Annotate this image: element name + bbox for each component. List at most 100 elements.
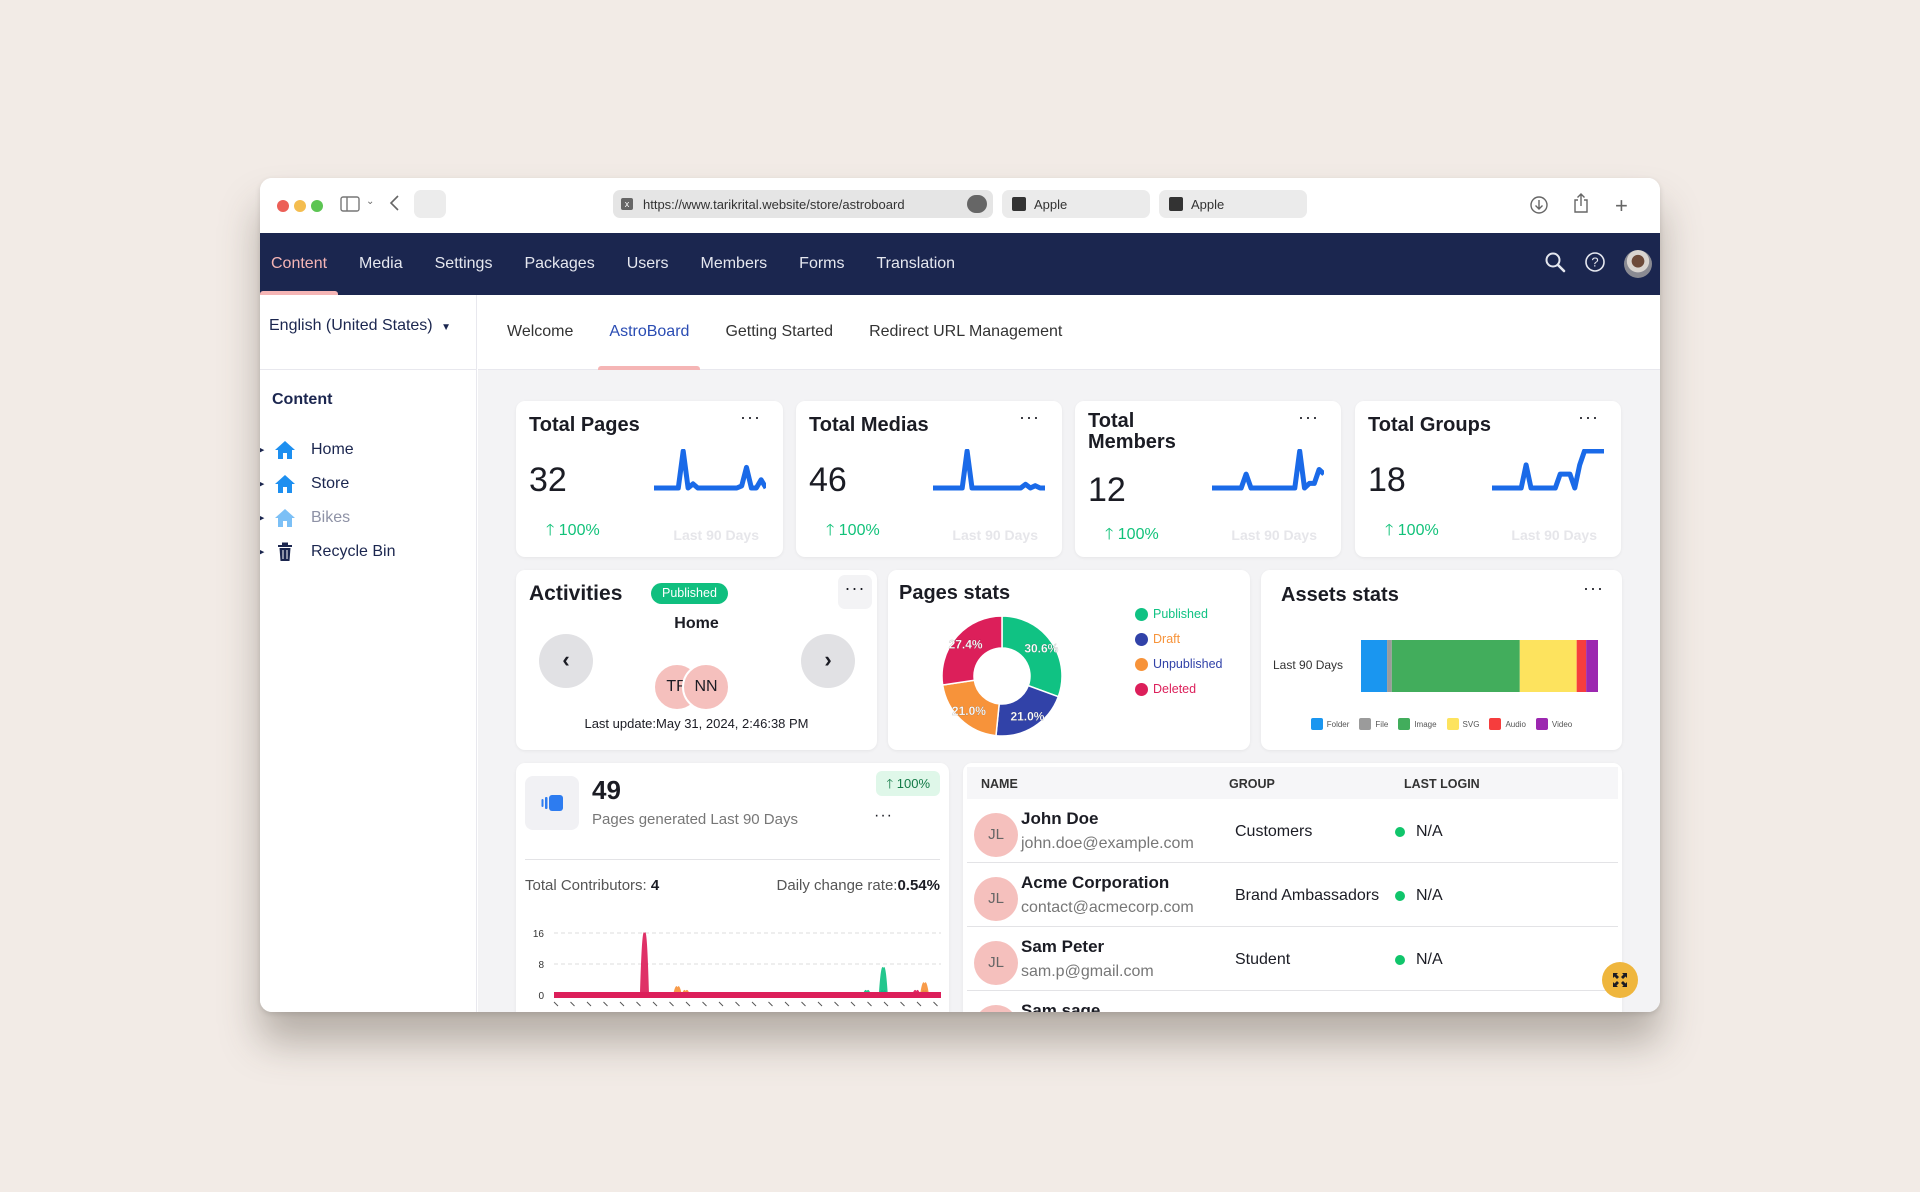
expand-caret-icon[interactable]: ▶ <box>260 514 269 522</box>
sparkline-path <box>1212 449 1324 491</box>
expand-caret-icon[interactable]: ▶ <box>260 548 269 556</box>
nav-packages[interactable]: Packages <box>513 233 605 295</box>
status-dot <box>1395 891 1405 901</box>
nav-forms[interactable]: Forms <box>788 233 855 295</box>
tree-item-home[interactable]: ▶ Home <box>260 435 354 465</box>
more-options-icon[interactable]: ··· <box>1583 578 1604 599</box>
table-row[interactable]: JL John Doe john.doe@example.com Custome… <box>967 799 1618 863</box>
tab-label: AstroBoard <box>609 323 690 340</box>
legend-item-folder[interactable]: Folder <box>1310 718 1350 730</box>
tab-getting-started[interactable]: Getting Started <box>714 295 844 370</box>
chevron-down-icon[interactable]: ⌄ <box>366 196 374 207</box>
new-tab-icon[interactable]: + <box>1615 193 1628 219</box>
more-options-button[interactable]: ··· <box>838 575 872 609</box>
member-group: Student <box>1235 951 1291 968</box>
legend-label: Unpublished <box>1153 657 1223 671</box>
x-tick-label <box>685 1001 691 1007</box>
nav-content[interactable]: Content <box>260 233 339 295</box>
browser-tab[interactable]: Apple <box>1159 190 1307 218</box>
column-header-name[interactable]: NAME <box>981 777 1018 791</box>
expand-caret-icon[interactable]: ▶ <box>260 446 269 454</box>
help-icon[interactable]: ? <box>1584 251 1606 278</box>
member-email: john.doe@example.com <box>1021 835 1194 852</box>
tab-label: Apple <box>1034 196 1068 212</box>
legend-swatch <box>1359 718 1372 730</box>
table-row[interactable]: JL Sam Peter sam.p@gmail.com Student N/A <box>967 927 1618 991</box>
member-avatar: JL <box>974 941 1018 985</box>
zoom-window-button[interactable] <box>311 200 323 212</box>
legend-item-deleted[interactable]: Deleted <box>1135 682 1196 696</box>
x-tick-label <box>801 1001 806 1007</box>
sidebar-toggle-icon[interactable] <box>340 196 360 216</box>
browser-tab[interactable]: Apple <box>1002 190 1150 218</box>
nav-label: Media <box>359 255 403 272</box>
password-icon[interactable] <box>967 195 987 213</box>
address-bar[interactable]: x https://www.tarikrital.website/store/a… <box>613 190 993 218</box>
members-table: NAME GROUP LAST LOGIN JL John Doe john.d… <box>963 763 1622 1012</box>
nav-users[interactable]: Users <box>616 233 680 295</box>
kpi-change-value: 100% <box>1117 526 1159 543</box>
share-icon[interactable] <box>1572 192 1590 218</box>
more-options-icon[interactable]: ··· <box>874 807 893 825</box>
minimize-window-button[interactable] <box>294 200 306 212</box>
more-options-icon[interactable]: ··· <box>740 407 761 428</box>
bar-segment-file[interactable] <box>1387 640 1392 692</box>
legend-item-image[interactable]: Image <box>1398 718 1437 730</box>
language-select[interactable]: English (United States) ▼ <box>269 317 451 335</box>
divider <box>525 859 940 860</box>
home-icon <box>273 508 297 528</box>
legend-item-file[interactable]: File <box>1359 718 1388 730</box>
bar-segment-image[interactable] <box>1391 640 1520 692</box>
legend-item-published[interactable]: Published <box>1135 607 1208 621</box>
tab-redirect-url-management[interactable]: Redirect URL Management <box>858 295 1073 370</box>
nav-label: Translation <box>876 255 956 272</box>
table-row[interactable]: JL Acme Corporation contact@acmecorp.com… <box>967 863 1618 927</box>
bar-segment-folder[interactable] <box>1361 640 1388 692</box>
expand-icon <box>1613 973 1627 987</box>
tree-item-recycle-bin[interactable]: ▶ Recycle Bin <box>260 537 395 567</box>
column-header-last-login[interactable]: LAST LOGIN <box>1404 777 1480 791</box>
tree-item-store[interactable]: ▶ Store <box>260 469 349 499</box>
expand-caret-icon[interactable]: ▶ <box>260 480 269 488</box>
kpi-value: 12 <box>1088 471 1126 509</box>
pages-generated-area-chart: 0 8 16 <box>533 929 941 1007</box>
bar-segment-svg[interactable] <box>1519 640 1577 692</box>
nav-members[interactable]: Members <box>689 233 778 295</box>
tab-label: Welcome <box>507 323 574 340</box>
kpi-period: Last 90 Days <box>673 527 759 543</box>
download-icon[interactable] <box>1529 195 1549 219</box>
legend-item-draft[interactable]: Draft <box>1135 632 1180 646</box>
nav-translation[interactable]: Translation <box>866 233 967 295</box>
table-row[interactable]: JL Sam sage <box>967 991 1618 1012</box>
x-tick-label <box>636 1001 641 1007</box>
tree-item-bikes[interactable]: ▶ Bikes <box>260 503 350 533</box>
change-badge: 🡑 100% <box>876 771 940 796</box>
previous-button[interactable]: ‹ <box>539 634 593 688</box>
more-options-icon[interactable]: ··· <box>1019 407 1040 428</box>
close-window-button[interactable] <box>277 200 289 212</box>
next-button[interactable]: › <box>801 634 855 688</box>
bar-segment-audio[interactable] <box>1576 640 1587 692</box>
nav-settings[interactable]: Settings <box>424 233 504 295</box>
donut-label: 30.6% <box>1024 642 1058 656</box>
bar-segment-video[interactable] <box>1586 640 1598 692</box>
tab-welcome[interactable]: Welcome <box>496 295 584 370</box>
search-icon[interactable] <box>1544 251 1566 278</box>
tab-astroboard[interactable]: AstroBoard <box>598 295 701 370</box>
column-header-group[interactable]: GROUP <box>1229 777 1275 791</box>
legend-swatch <box>1535 718 1548 730</box>
legend-item-video[interactable]: Video <box>1535 718 1572 730</box>
tab-overview-button[interactable] <box>414 190 446 218</box>
more-options-icon[interactable]: ··· <box>1578 407 1599 428</box>
nav-media[interactable]: Media <box>348 233 414 295</box>
fullscreen-button[interactable] <box>1602 962 1638 998</box>
x-tick-label <box>850 1001 856 1007</box>
legend-item-svg[interactable]: SVG <box>1446 718 1479 730</box>
more-options-icon[interactable]: ··· <box>1298 407 1319 428</box>
legend-item-unpublished[interactable]: Unpublished <box>1135 657 1223 671</box>
legend-label: Folder <box>1326 719 1350 729</box>
donut-slice-published[interactable] <box>1001 615 1063 698</box>
legend-item-audio[interactable]: Audio <box>1489 718 1526 730</box>
user-avatar[interactable] <box>1624 250 1652 278</box>
back-icon[interactable] <box>388 194 400 216</box>
